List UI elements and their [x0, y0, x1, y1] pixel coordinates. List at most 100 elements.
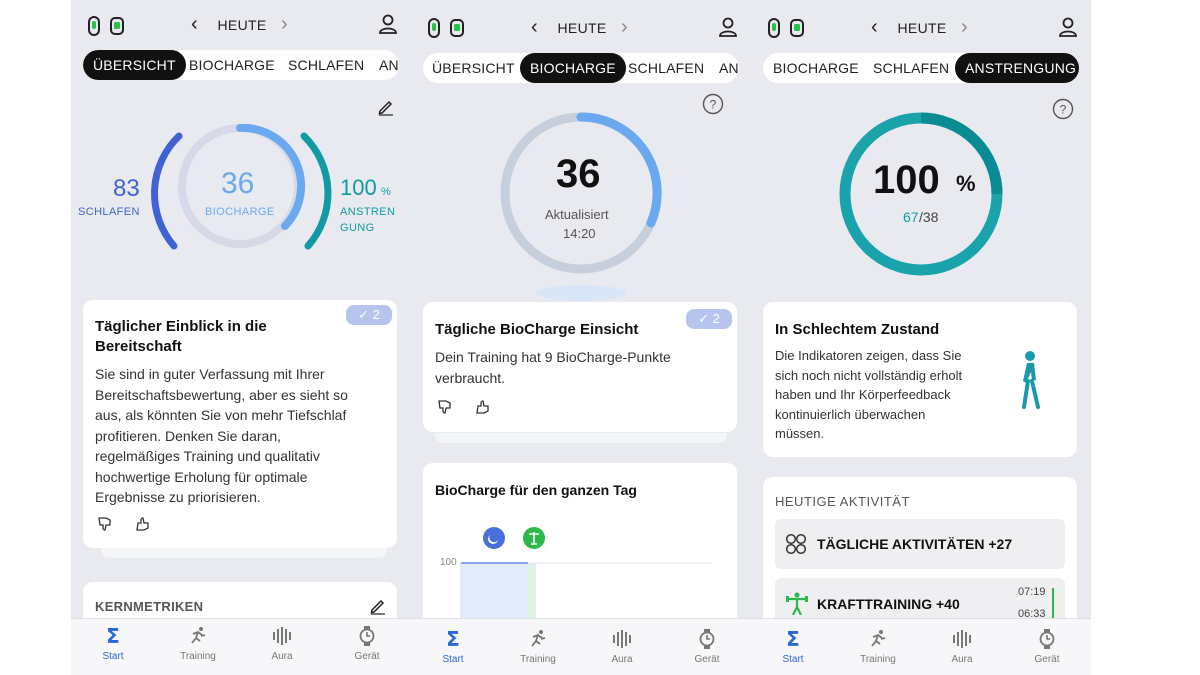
chart-title: BioCharge für den ganzen Tag: [435, 482, 637, 498]
nav-device[interactable]: Gerät: [1017, 628, 1077, 665]
strength-training-icon: [786, 592, 808, 615]
help-icon[interactable]: ?: [1052, 98, 1074, 120]
check-count-badge[interactable]: ✓ 2: [346, 305, 392, 325]
strength-time-start: 07:19: [1018, 586, 1046, 598]
card-body: Sie sind in guter Verfassung mit Ihrer Be…: [95, 366, 348, 505]
tab-sleep[interactable]: SCHLAFEN: [288, 50, 364, 80]
updated-time: 14:20: [563, 226, 596, 241]
thumbs-down-icon[interactable]: [437, 399, 453, 415]
tab-overview[interactable]: ÜBERSICHT: [432, 53, 515, 83]
overview-screen: ‹ HEUTE › ÜBERSICHT BIOCHARGE SCHLAFEN A…: [71, 0, 411, 675]
top-bar: ‹ HEUTE ›: [751, 0, 1091, 48]
nav-start[interactable]: Σ Start: [423, 627, 483, 665]
biocharge-score-label: BIOCHARGE: [205, 206, 275, 218]
next-day-button[interactable]: ›: [621, 16, 628, 39]
sigma-icon: Σ: [106, 624, 120, 648]
card-title-line2: Bereitschaft: [95, 338, 182, 355]
ring-device-icon[interactable]: [767, 18, 781, 38]
tab-strain[interactable]: AN: [379, 50, 399, 80]
tab-strain[interactable]: ANSTRENGUNG: [955, 53, 1079, 83]
thumbs-down-icon[interactable]: [97, 516, 113, 532]
daily-activities-label: TÄGLICHE AKTIVITÄTEN +27: [817, 536, 1013, 552]
strain-unit: %: [381, 186, 391, 198]
tab-sleep[interactable]: SCHLAFEN: [873, 53, 949, 83]
sleep-score-label: SCHLAFEN: [78, 206, 140, 218]
aura-icon: [613, 630, 631, 648]
nav-training[interactable]: Training: [848, 628, 908, 665]
prev-day-button[interactable]: ‹: [531, 16, 538, 39]
watch-icon: [359, 626, 375, 646]
tab-biocharge[interactable]: BIOCHARGE: [520, 53, 626, 83]
date-label: HEUTE: [217, 17, 267, 33]
activities-grid-icon: [785, 533, 807, 555]
tab-bar: ÜBERSICHT BIOCHARGE SCHLAFEN AN: [83, 50, 399, 80]
ring-device-icon[interactable]: [87, 16, 101, 36]
biocharge-value: 36: [556, 152, 601, 196]
card-title: In Schlechtem Zustand: [775, 321, 940, 338]
core-metrics-heading: KERNMETRIKEN: [95, 599, 204, 614]
card-stack-edge: [435, 433, 727, 443]
nav-training[interactable]: Training: [508, 628, 568, 665]
sigma-icon: Σ: [786, 627, 800, 651]
thumbs-up-icon[interactable]: [475, 399, 491, 415]
top-bar: ‹ HEUTE ›: [71, 0, 411, 48]
prev-day-button[interactable]: ‹: [191, 13, 198, 36]
card-body: Die Indikatoren zeigen, dass Sie sich noc…: [775, 348, 963, 441]
svg-text:?: ?: [710, 98, 717, 112]
sleep-event-icon: [483, 527, 505, 549]
user-profile-icon[interactable]: [1059, 17, 1077, 37]
bottom-navigation: Σ Start Training Aura Gerät: [411, 618, 751, 675]
user-profile-icon[interactable]: [719, 17, 737, 37]
user-profile-icon[interactable]: [379, 14, 397, 34]
nav-aura[interactable]: Aura: [932, 628, 992, 665]
strain-insight-card[interactable]: In Schlechtem Zustand Die Indikatoren ze…: [763, 302, 1077, 457]
strain-label-line1: ANSTREN: [340, 206, 396, 218]
strain-sub-value: 67: [903, 209, 919, 225]
top-bar: ‹ HEUTE ›: [411, 0, 751, 48]
activity-heading: HEUTIGE AKTIVITÄT: [775, 494, 910, 509]
readiness-insight-card[interactable]: Täglicher Einblick in die Bereitschaft ✓…: [83, 300, 397, 548]
biocharge-screen: ‹ HEUTE › ÜBERSICHT BIOCHARGE SCHLAFEN A…: [411, 0, 751, 675]
biocharge-insight-card[interactable]: Tägliche BioCharge Einsicht ✓ 2 Dein Tra…: [423, 302, 737, 432]
tab-overview[interactable]: ÜBERSICHT: [83, 50, 186, 80]
nav-training[interactable]: Training: [168, 625, 228, 662]
tab-biocharge[interactable]: BIOCHARGE: [773, 53, 859, 83]
sigma-icon: Σ: [446, 627, 460, 651]
date-label: HEUTE: [897, 20, 947, 36]
strength-training-label: KRAFTTRAINING +40: [817, 596, 960, 612]
strain-sub-total: /38: [919, 209, 939, 225]
help-icon[interactable]: ?: [702, 93, 724, 115]
nav-device[interactable]: Gerät: [677, 628, 737, 665]
band-device-icon[interactable]: [789, 18, 805, 38]
band-device-icon[interactable]: [449, 18, 465, 38]
check-count-badge[interactable]: ✓ 2: [686, 309, 732, 329]
band-device-icon[interactable]: [109, 16, 125, 36]
time-range-bar: [1052, 588, 1054, 618]
nav-aura[interactable]: Aura: [252, 625, 312, 662]
walking-person-icon: [1022, 351, 1040, 409]
bottom-navigation: Σ Start Training Aura Gerät: [751, 618, 1091, 675]
edit-pencil-icon[interactable]: [369, 597, 387, 615]
daily-activities-row[interactable]: TÄGLICHE AKTIVITÄTEN +27: [775, 519, 1065, 569]
strain-unit: %: [956, 171, 976, 196]
ring-device-icon[interactable]: [427, 18, 441, 38]
tab-strain[interactable]: AN: [719, 53, 739, 83]
card-title: Tägliche BioCharge Einsicht: [435, 321, 639, 338]
tab-biocharge[interactable]: BIOCHARGE: [189, 50, 275, 80]
running-icon: [191, 627, 206, 644]
next-day-button[interactable]: ›: [281, 13, 288, 36]
bottom-navigation: Σ Start Training Aura Gerät: [71, 618, 411, 675]
nav-device[interactable]: Gerät: [337, 625, 397, 662]
next-day-button[interactable]: ›: [961, 16, 968, 39]
thumbs-up-icon[interactable]: [135, 516, 151, 532]
tab-sleep[interactable]: SCHLAFEN: [628, 53, 704, 83]
date-label: HEUTE: [557, 20, 607, 36]
aura-icon: [273, 627, 291, 645]
tab-bar: ÜBERSICHT BIOCHARGE SCHLAFEN AN: [423, 53, 739, 83]
nav-start[interactable]: Σ Start: [763, 627, 823, 665]
nav-start[interactable]: Σ Start: [83, 624, 143, 662]
tab-bar: BIOCHARGE SCHLAFEN ANSTRENGUNG: [763, 53, 1079, 83]
strain-value: 100: [873, 158, 940, 202]
nav-aura[interactable]: Aura: [592, 628, 652, 665]
prev-day-button[interactable]: ‹: [871, 16, 878, 39]
